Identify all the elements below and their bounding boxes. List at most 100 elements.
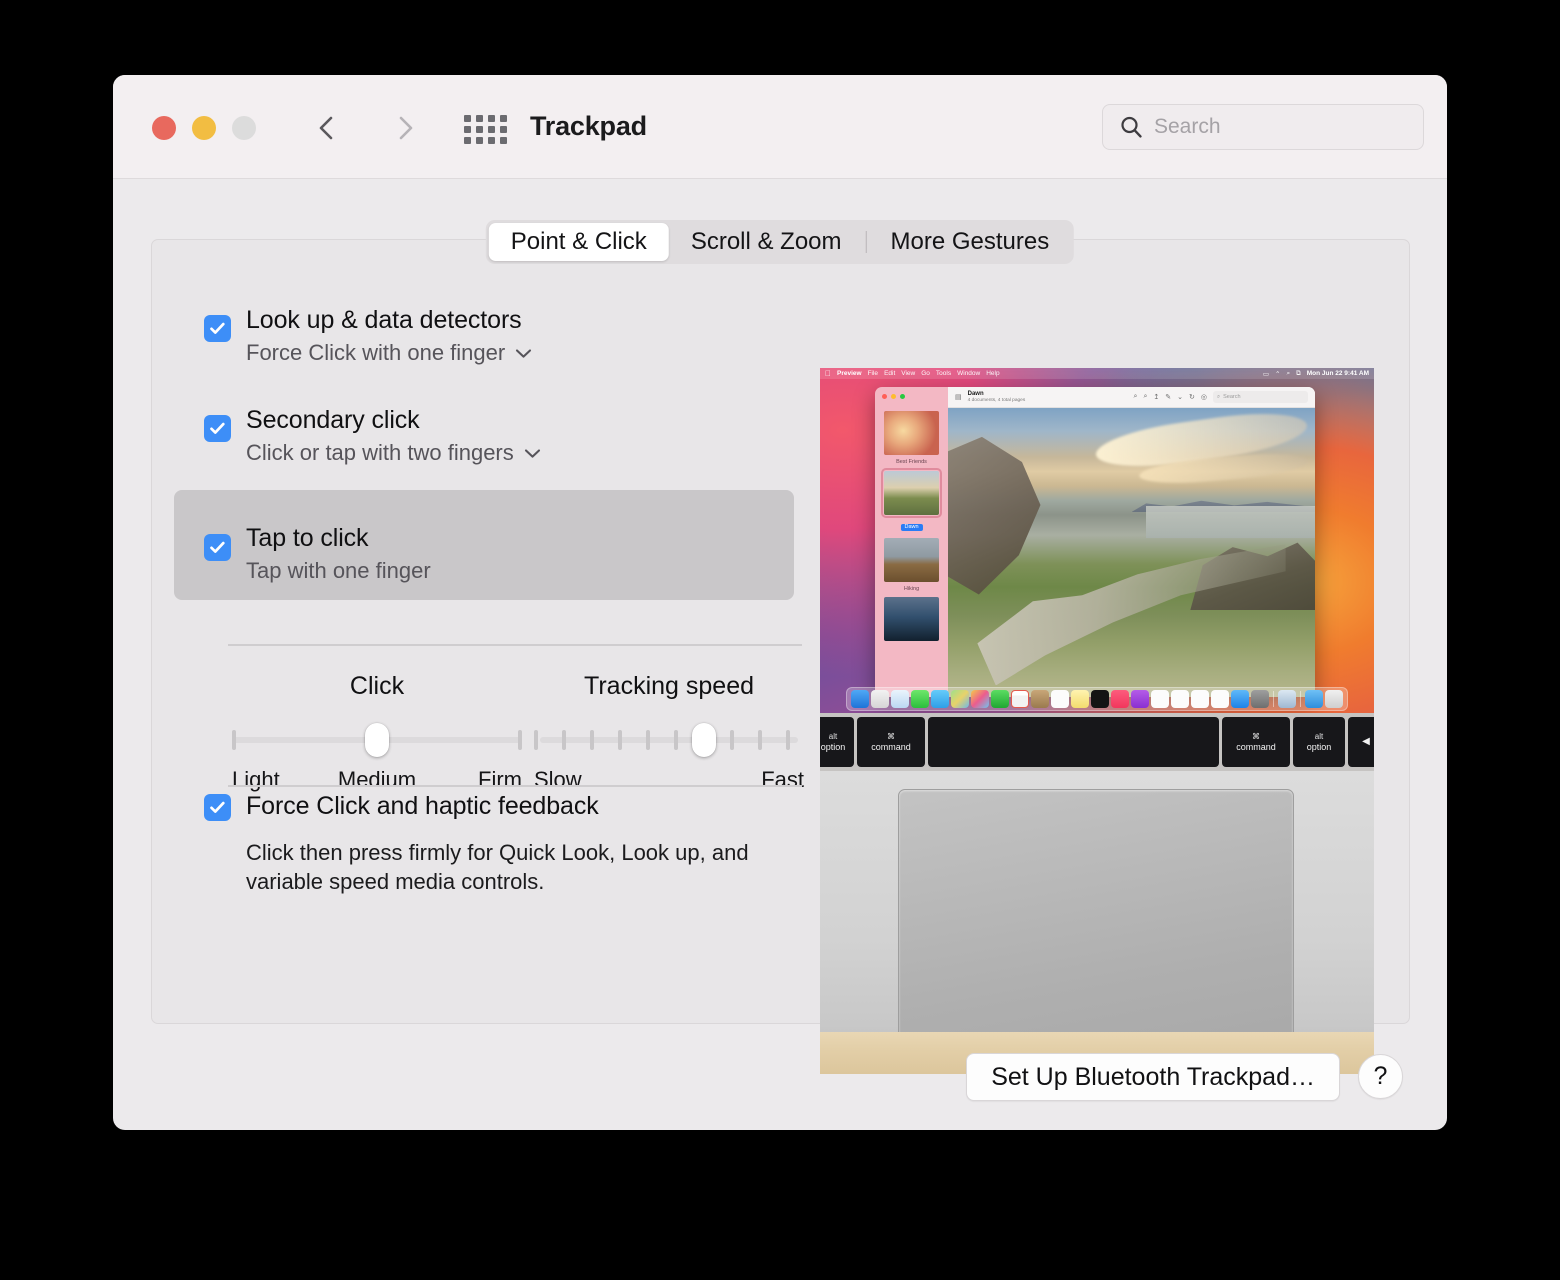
tap-to-click-checkbox[interactable] <box>204 534 231 561</box>
dock-icon-appletv[interactable] <box>1091 690 1109 708</box>
key-command-right[interactable]: ⌘ command <box>1222 717 1290 767</box>
dock-icon-photos[interactable] <box>971 690 989 708</box>
dock-icon-launchpad[interactable] <box>871 690 889 708</box>
key-bottom-label: option <box>820 741 846 752</box>
forward-button[interactable] <box>388 111 422 145</box>
secondary-click-checkbox[interactable] <box>204 415 231 442</box>
sidebar-icon[interactable]: ▤ <box>955 393 962 401</box>
option-row-secondary-click[interactable]: Secondary click Click or tap with two fi… <box>174 390 794 482</box>
rotate-icon[interactable]: ↻ <box>1189 393 1195 401</box>
share-icon[interactable]: ↥ <box>1153 393 1159 401</box>
dock-icon-notes[interactable] <box>1071 690 1089 708</box>
search-input[interactable] <box>1154 115 1425 139</box>
checkmark-icon <box>210 322 225 334</box>
minimize-window-button[interactable] <box>192 116 216 140</box>
menubar-clock: Mon Jun 22 9:41 AM <box>1306 370 1369 377</box>
preview-search-field[interactable]: ⌕ Search <box>1213 391 1308 403</box>
option-row-tap-to-click[interactable]: Tap to click Tap with one finger <box>174 490 794 600</box>
dock-icon-downloads[interactable] <box>1305 690 1323 708</box>
macos-menubar:  Preview File Edit View Go Tools Window… <box>820 368 1374 379</box>
tab-scroll-and-zoom[interactable]: Scroll & Zoom <box>669 223 864 261</box>
sidebar-thumb-dawn[interactable]: Dawn <box>875 466 948 533</box>
close-window-button[interactable] <box>152 116 176 140</box>
dock-icon-safari[interactable] <box>891 690 909 708</box>
key-top-label: ⌘ <box>1252 731 1260 741</box>
zoom-in-icon[interactable]: ⌕ <box>1143 393 1147 401</box>
dock-icon-news[interactable] <box>1151 690 1169 708</box>
click-scale-light: Light <box>232 767 280 792</box>
chevron-down-icon <box>524 449 540 458</box>
dock-icon-contacts[interactable] <box>1031 690 1049 708</box>
tracking-speed-scale: Slow Fast <box>534 767 804 795</box>
force-click-description: Click then press firmly for Quick Look, … <box>246 840 749 895</box>
menubar-app-name: Preview <box>831 370 862 377</box>
dock-icon-preview[interactable] <box>1278 690 1296 708</box>
dock-icon-trash[interactable] <box>1325 690 1343 708</box>
search-icon <box>1121 116 1142 138</box>
key-option-right[interactable]: alt option <box>1293 717 1345 767</box>
photo-stone-ridge <box>977 544 1286 686</box>
force-click-checkbox[interactable] <box>204 794 231 821</box>
wifi-icon: ⌃ <box>1275 370 1281 378</box>
zoom-window-button[interactable] <box>232 116 256 140</box>
dock-icon-facetime[interactable] <box>991 690 1009 708</box>
dock-icon-numbers[interactable] <box>1191 690 1209 708</box>
menubar-item-edit: Edit <box>878 370 895 377</box>
click-slider-scale: Light Medium Firm <box>232 767 522 795</box>
tab-point-and-click[interactable]: Point & Click <box>488 223 669 261</box>
tracking-speed-slider[interactable] <box>534 723 804 757</box>
set-up-bluetooth-trackpad-button[interactable]: Set Up Bluetooth Trackpad… <box>966 1053 1340 1101</box>
dock-icon-mail[interactable] <box>931 690 949 708</box>
photo-rock-left <box>948 436 1041 595</box>
click-slider-thumb[interactable] <box>365 723 389 757</box>
help-button[interactable]: ? <box>1358 1054 1403 1099</box>
show-all-grid-icon[interactable] <box>464 115 508 144</box>
tracking-speed-thumb[interactable] <box>692 723 716 757</box>
photo-sea <box>1146 506 1315 539</box>
tab-more-gestures[interactable]: More Gestures <box>869 223 1072 261</box>
preview-app-window: Best Friends Dawn Hiking ▤ Dawn 4 docume… <box>875 387 1315 697</box>
option-row-look-up[interactable]: Look up & data detectors Force Click wit… <box>174 290 794 382</box>
dock-icon-system-preferences[interactable] <box>1251 690 1269 708</box>
thumbnail-image <box>884 411 939 455</box>
key-spacebar[interactable] <box>928 717 1219 767</box>
dock-icon-keynote[interactable] <box>1171 690 1189 708</box>
click-tick-light <box>232 730 236 750</box>
dock-icon-maps[interactable] <box>951 690 969 708</box>
click-slider[interactable] <box>232 723 522 757</box>
dock-icon-messages[interactable] <box>911 690 929 708</box>
sidebar-thumb-hiking[interactable]: Hiking <box>875 533 948 593</box>
click-scale-firm: Firm <box>478 767 522 792</box>
secondary-click-popup[interactable]: Click or tap with two fingers <box>246 439 794 468</box>
chevron-right-icon <box>399 116 413 140</box>
sidebar-thumb-best-friends[interactable]: Best Friends <box>875 406 948 466</box>
tap-to-click-title: Tap to click <box>246 524 369 552</box>
key-arrow-left[interactable]: ◀ <box>1348 717 1374 767</box>
markup-icon[interactable]: ✎ <box>1165 393 1171 401</box>
tracking-tick-9 <box>758 730 762 750</box>
dock-icon-calendar[interactable] <box>1011 690 1029 708</box>
system-preferences-window: Trackpad Point & Click Scroll & Zoom Mor… <box>113 75 1447 1130</box>
search-box[interactable] <box>1102 104 1425 150</box>
back-button[interactable] <box>310 111 344 145</box>
apple-menu-icon:  <box>825 369 831 378</box>
dock-icon-finder[interactable] <box>851 690 869 708</box>
key-command-left[interactable]: ⌘ command <box>857 717 925 767</box>
dock-icon-appstore[interactable] <box>1231 690 1249 708</box>
search-icon: ⌕ <box>1286 369 1291 377</box>
force-click-section: Force Click and haptic feedback Click th… <box>174 792 794 897</box>
annotate-icon[interactable]: ◎ <box>1201 393 1207 401</box>
divider-bottom <box>228 785 802 787</box>
dock-icon-music[interactable] <box>1111 690 1129 708</box>
chevron-down-icon[interactable]: ⌄ <box>1177 393 1183 401</box>
dock-icon-podcasts[interactable] <box>1131 690 1149 708</box>
dock-icon-pages[interactable] <box>1211 690 1229 708</box>
zoom-out-icon[interactable]: ⌕ <box>1134 393 1138 401</box>
tracking-tick-10 <box>786 730 790 750</box>
sidebar-thumb-fourth[interactable] <box>875 592 948 641</box>
look-up-popup[interactable]: Force Click with one finger <box>246 339 794 368</box>
look-up-checkbox[interactable] <box>204 315 231 342</box>
key-bottom-label: command <box>1236 741 1276 752</box>
dock-icon-reminders[interactable] <box>1051 690 1069 708</box>
key-option-left[interactable]: alt option <box>820 717 854 767</box>
